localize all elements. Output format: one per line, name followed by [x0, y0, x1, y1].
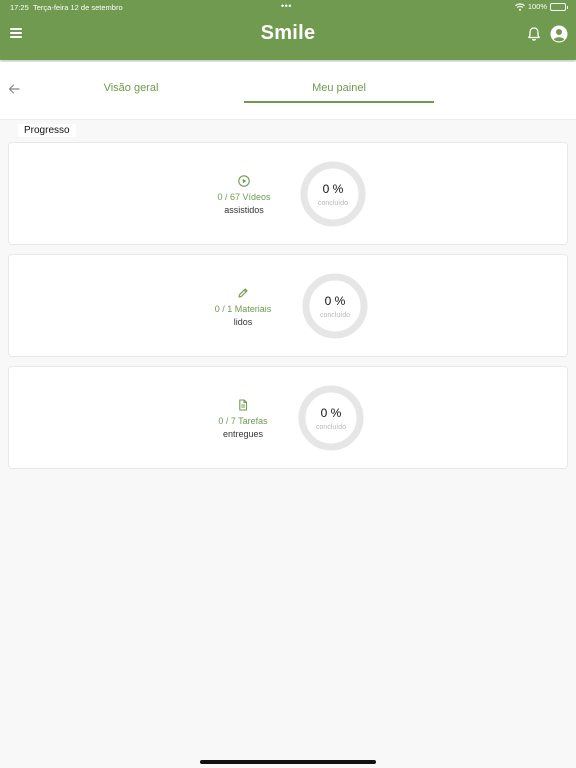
back-arrow-icon[interactable]	[7, 82, 21, 96]
battery-icon	[550, 2, 568, 11]
tasks-sublabel: concluído	[316, 424, 346, 431]
materials-count: 0 / 1 Materiais	[214, 304, 272, 314]
progress-card-tasks: 0 / 7 Tarefas entregues 0 % concluído	[8, 366, 568, 469]
card-info: 0 / 67 Vídeos assistidos	[199, 175, 289, 217]
tab-my-panel[interactable]: Meu painel	[244, 62, 434, 104]
section-title: Progresso	[18, 124, 76, 137]
videos-progress-ring: 0 % concluído	[299, 160, 367, 228]
document-icon	[239, 399, 248, 411]
progress-card-materials: 0 / 1 Materiais lidos 0 % concluído	[8, 254, 568, 357]
app-header: 17:25 Terça-feira 12 de setembro ••• 100…	[0, 0, 576, 60]
status-date: Terça-feira 12 de setembro	[33, 3, 123, 12]
status-time: 17:25	[10, 3, 29, 12]
account-icon[interactable]	[550, 25, 568, 43]
materials-label: lidos	[233, 317, 253, 327]
card-info: 0 / 7 Tarefas entregues	[198, 399, 288, 441]
tasks-percent: 0 %	[320, 406, 342, 420]
videos-label: assistidos	[224, 205, 264, 215]
status-right: 100%	[514, 2, 568, 11]
tasks-progress-ring: 0 % concluído	[297, 384, 365, 452]
tasks-count: 0 / 7 Tarefas	[218, 416, 268, 426]
pencil-icon	[238, 288, 248, 298]
card-info: 0 / 1 Materiais lidos	[198, 287, 288, 329]
wifi-icon	[514, 2, 525, 11]
materials-percent: 0 %	[324, 294, 346, 308]
status-bar: 17:25 Terça-feira 12 de setembro ••• 100…	[0, 0, 576, 14]
bell-icon[interactable]	[526, 26, 542, 42]
battery-percent: 100%	[527, 2, 547, 11]
progress-card-videos: 0 / 67 Vídeos assistidos 0 % concluído	[8, 142, 568, 245]
videos-sublabel: concluído	[318, 200, 348, 207]
materials-progress-ring: 0 % concluído	[301, 272, 369, 340]
app-title: Smile	[260, 22, 316, 44]
active-tab-indicator	[244, 101, 434, 103]
materials-sublabel: concluído	[320, 312, 350, 319]
videos-percent: 0 %	[322, 182, 344, 196]
multitasking-dots-icon[interactable]: •••	[281, 0, 292, 12]
tab-bar: Visão geral Meu painel	[0, 62, 576, 120]
tasks-label: entregues	[222, 429, 264, 439]
home-indicator	[200, 760, 376, 764]
videos-count: 0 / 67 Vídeos	[217, 192, 271, 202]
play-circle-icon	[238, 175, 250, 187]
tab-overview[interactable]: Visão geral	[36, 62, 226, 104]
